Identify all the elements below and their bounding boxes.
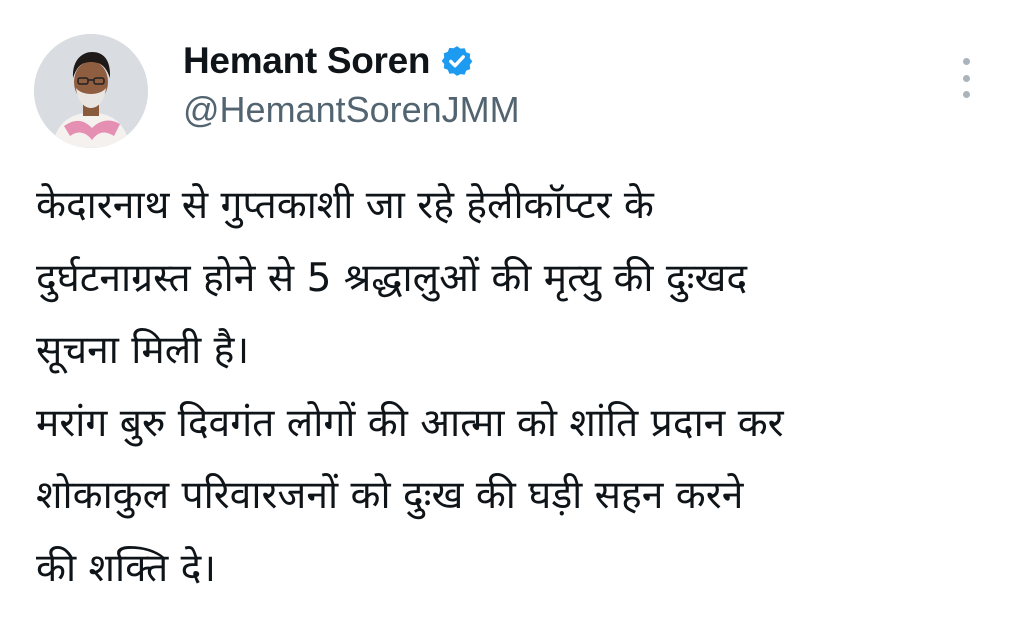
- author-name-row: Hemant Soren: [183, 38, 474, 84]
- author-display-name[interactable]: Hemant Soren: [183, 40, 431, 82]
- more-vertical-icon[interactable]: [955, 58, 977, 98]
- verified-badge-icon[interactable]: [440, 44, 474, 78]
- tweet-text-line: मरांग बुरु दिवगंत लोगों की आत्मा को शांत…: [36, 400, 784, 446]
- tweet-text: केदारनाथ से गुप्तकाशी जा रहे हेलीकॉप्टर …: [36, 170, 996, 605]
- tweet-text-line: सूचना मिली है।: [36, 328, 250, 373]
- more-dot: [962, 74, 970, 82]
- avatar-photo: [34, 34, 148, 148]
- author-handle[interactable]: @HemantSorenJMM: [183, 89, 520, 131]
- tweet-text-line: केदारनाथ से गुप्तकाशी जा रहे हेलीकॉप्टर …: [36, 183, 654, 228]
- avatar[interactable]: [34, 34, 148, 148]
- more-dot: [962, 58, 970, 65]
- tweet-card: Hemant Soren @HemantSorenJMM केदारनाथ से…: [0, 0, 1024, 619]
- more-dot: [962, 91, 970, 98]
- tweet-text-line: शोकाकुल परिवारजनों को दुःख की घड़ी सहन क…: [36, 473, 744, 518]
- tweet-text-line: की शक्ति दे।: [36, 545, 217, 591]
- tweet-text-line: दुर्घटनाग्रस्त होने से 5 श्रद्धालुओं की …: [36, 255, 748, 301]
